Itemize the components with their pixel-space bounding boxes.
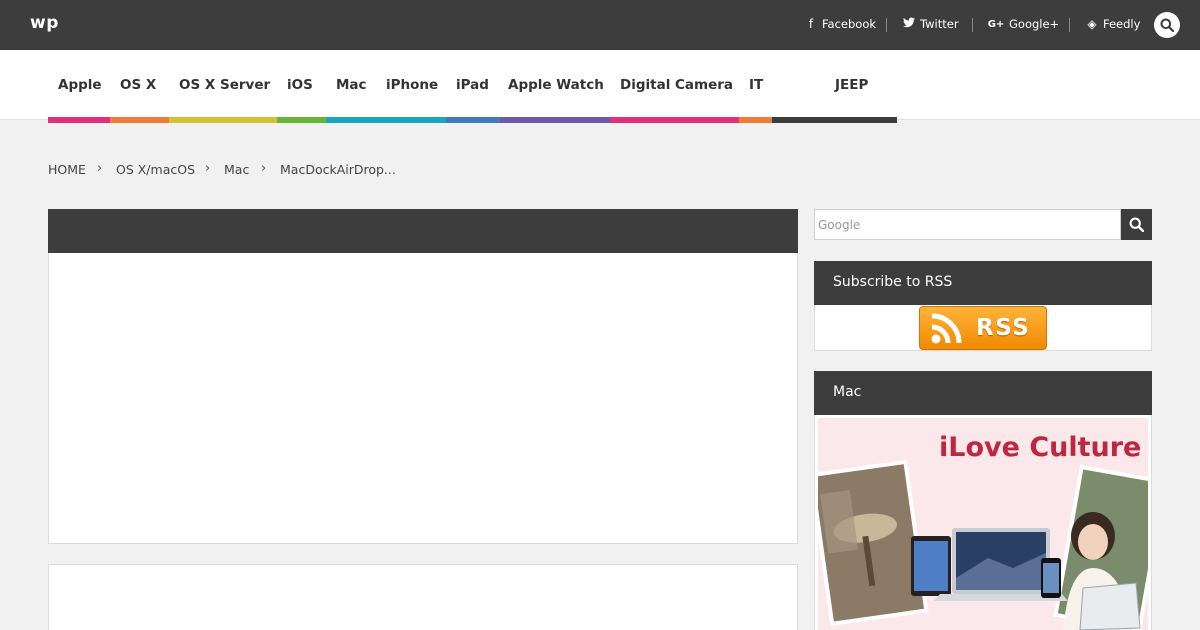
google-search-field bbox=[814, 209, 1121, 240]
nav-color-strip bbox=[110, 117, 169, 123]
nav-item-digital-camera[interactable]: Digital Camera bbox=[620, 77, 733, 93]
top-bar: wp f Facebook Twitter G+ Google+ ◈ Feedl… bbox=[0, 0, 1200, 50]
twitter-icon bbox=[902, 17, 916, 31]
nav-color-strip bbox=[326, 117, 446, 123]
header-search-button[interactable] bbox=[1154, 12, 1180, 38]
breadcrumb-separator: › bbox=[205, 161, 211, 176]
post-content-secondary bbox=[48, 564, 798, 630]
search-icon bbox=[1160, 18, 1174, 32]
search-submit-button[interactable] bbox=[1121, 209, 1152, 240]
facebook-icon: f bbox=[808, 17, 814, 31]
nav-color-strip bbox=[500, 117, 610, 123]
nav-item-osx[interactable]: OS X bbox=[120, 77, 156, 93]
rss-subscribe-button[interactable]: RSS bbox=[919, 306, 1047, 350]
nav-item-apple[interactable]: Apple bbox=[58, 77, 102, 93]
google-plus-label: Google+ bbox=[1009, 17, 1060, 31]
twitter-link[interactable]: Twitter bbox=[902, 17, 959, 31]
nav-color-strip bbox=[772, 117, 897, 123]
site-logo[interactable]: wp bbox=[30, 13, 59, 33]
breadcrumb-mac[interactable]: Mac bbox=[224, 162, 249, 177]
nav-item-ios[interactable]: iOS bbox=[287, 77, 313, 93]
post-header bbox=[48, 209, 798, 253]
nav-color-strip bbox=[169, 117, 277, 123]
nav-item-ipad[interactable]: iPad bbox=[456, 77, 489, 93]
nav-color-strip bbox=[610, 117, 739, 123]
breadcrumb-separator: › bbox=[97, 161, 103, 176]
nav-item-iphone[interactable]: iPhone bbox=[386, 77, 438, 93]
ilove-culture-banner[interactable]: iLove Culture bbox=[818, 418, 1148, 630]
search-icon bbox=[1129, 217, 1144, 232]
google-plus-link[interactable]: G+ Google+ bbox=[987, 17, 1060, 31]
nav-color-strip bbox=[277, 117, 326, 123]
search-input[interactable] bbox=[815, 210, 1120, 239]
social-divider bbox=[972, 18, 973, 32]
rss-widget-title: Subscribe to RSS bbox=[814, 261, 1152, 305]
google-plus-icon: G+ bbox=[987, 18, 1005, 30]
nav-color-strip bbox=[446, 117, 500, 123]
mac-widget-title: Mac bbox=[814, 371, 1152, 415]
nav-item-apple-watch[interactable]: Apple Watch bbox=[508, 77, 604, 93]
breadcrumb-separator: › bbox=[261, 161, 267, 176]
breadcrumb-current: MacDockAirDrop... bbox=[280, 162, 396, 177]
nav-color-strip bbox=[48, 117, 110, 123]
social-divider bbox=[1069, 18, 1070, 32]
breadcrumb-home[interactable]: HOME bbox=[48, 162, 86, 177]
nav-item-jeep[interactable]: JEEP bbox=[835, 77, 868, 93]
nav-item-osx-server[interactable]: OS X Server bbox=[179, 77, 270, 93]
feedly-label: Feedly bbox=[1103, 17, 1141, 31]
rss-icon bbox=[931, 313, 962, 344]
feedly-link[interactable]: ◈ Feedly bbox=[1085, 17, 1140, 31]
nav-color-strip bbox=[739, 117, 772, 123]
twitter-label: Twitter bbox=[920, 17, 959, 31]
nav-item-mac[interactable]: Mac bbox=[336, 77, 367, 93]
nav-item-it[interactable]: IT bbox=[749, 77, 763, 93]
banner-title: iLove Culture bbox=[939, 432, 1142, 463]
feedly-icon: ◈ bbox=[1087, 17, 1097, 31]
facebook-label: Facebook bbox=[822, 17, 877, 31]
breadcrumb-osx[interactable]: OS X/macOS bbox=[116, 162, 195, 177]
social-divider bbox=[886, 18, 887, 32]
rss-badge-label: RSS bbox=[976, 315, 1031, 341]
facebook-link[interactable]: f Facebook bbox=[804, 17, 876, 31]
post-content bbox=[48, 253, 798, 544]
